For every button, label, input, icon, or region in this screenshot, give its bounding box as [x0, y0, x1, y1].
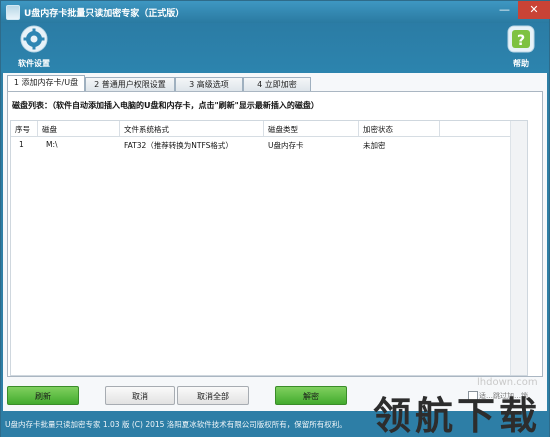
column-divider[interactable] — [37, 121, 38, 136]
help-label: 帮助 — [513, 59, 529, 68]
close-button[interactable]: ✕ — [518, 1, 550, 19]
column-divider[interactable] — [439, 121, 440, 136]
refresh-button[interactable]: 刷新 — [7, 386, 79, 405]
help-button[interactable]: ? 帮助 — [501, 25, 541, 69]
column-divider[interactable] — [119, 121, 120, 136]
column-divider[interactable] — [358, 121, 359, 136]
tab-advanced-options[interactable]: 3 高级选项 — [175, 77, 243, 92]
disk-table[interactable]: 序号 磁盘 文件系统格式 磁盘类型 加密状态 1 M:\ FAT32（推荐转换为… — [10, 120, 528, 376]
table-header: 序号 磁盘 文件系统格式 磁盘类型 加密状态 — [11, 121, 527, 137]
watermark-logo: 领航下载 — [373, 393, 542, 438]
cell-filesystem: FAT32（推荐转换为NTFS格式） — [124, 141, 233, 150]
cell-disk-type: U盘内存卡 — [268, 141, 304, 150]
cell-index: 1 — [19, 140, 24, 149]
settings-label: 软件设置 — [18, 59, 50, 68]
window-title: U盘内存卡批量只读加密专家（正式版） — [24, 9, 185, 19]
toolbar: 软件设置 ? 帮助 — [1, 23, 549, 73]
minimize-button[interactable]: — — [492, 1, 517, 19]
column-header-encryption-status[interactable]: 加密状态 — [363, 124, 393, 135]
column-header-filesystem[interactable]: 文件系统格式 — [124, 124, 169, 135]
decrypt-button[interactable]: 解密 — [275, 386, 347, 405]
disk-list-hint: 磁盘列表：（软件自动添加插入电脑的U盘和内存卡，点击"刷新"显示最新插入的磁盘） — [12, 101, 319, 110]
tab-user-permissions[interactable]: 2 普通用户权限设置 — [85, 77, 175, 92]
settings-button[interactable]: 软件设置 — [12, 25, 56, 69]
app-window: U盘内存卡批量只读加密专家（正式版） — ✕ 软件设置 ? 帮助 1 添加内存卡… — [0, 0, 550, 438]
cell-encryption-status: 未加密 — [363, 141, 386, 150]
svg-text:?: ? — [517, 33, 525, 49]
table-row[interactable]: 1 M:\ FAT32（推荐转换为NTFS格式） U盘内存卡 未加密 — [11, 137, 527, 151]
cancel-all-button[interactable]: 取消全部 — [177, 386, 249, 405]
tab-panel: 磁盘列表：（软件自动添加插入电脑的U盘和内存卡，点击"刷新"显示最新插入的磁盘）… — [7, 91, 543, 377]
column-header-disk-type[interactable]: 磁盘类型 — [268, 124, 298, 135]
app-icon — [6, 5, 20, 20]
title-bar: U盘内存卡批量只读加密专家（正式版） — ✕ — [1, 1, 550, 23]
cancel-button[interactable]: 取消 — [105, 386, 175, 405]
copyright-text: U盘内存卡批量只读加密专家 1.03 版 (C) 2015 洛阳夏冰软件技术有限… — [5, 420, 347, 429]
column-divider[interactable] — [263, 121, 264, 136]
help-icon: ? — [507, 25, 535, 53]
column-header-disk[interactable]: 磁盘 — [42, 124, 57, 135]
vertical-scrollbar[interactable] — [510, 121, 527, 375]
column-header-index[interactable]: 序号 — [15, 124, 30, 135]
tab-add-disk[interactable]: 1 添加内存卡/U盘 — [7, 75, 85, 92]
tab-encrypt-now[interactable]: 4 立即加密 — [243, 77, 311, 92]
cell-disk: M:\ — [46, 140, 58, 149]
gear-icon — [20, 25, 48, 53]
main-content: 1 添加内存卡/U盘 2 普通用户权限设置 3 高级选项 4 立即加密 磁盘列表… — [3, 73, 547, 411]
